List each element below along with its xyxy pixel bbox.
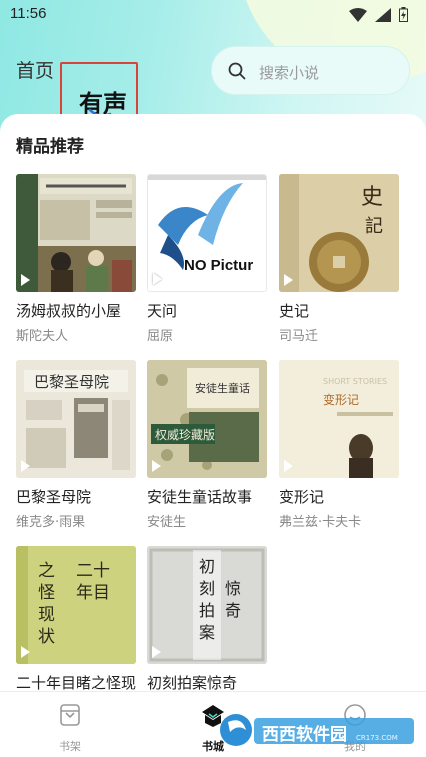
watermark-subtext: CR173.COM xyxy=(356,734,398,742)
play-icon xyxy=(152,460,161,472)
no-picture-art xyxy=(148,175,266,291)
search-input[interactable]: 搜索小说 xyxy=(211,46,410,95)
svg-text:初: 初 xyxy=(199,557,215,576)
book-title: 天问 xyxy=(147,302,178,320)
play-icon xyxy=(21,460,30,472)
book-author: 斯陀夫人 xyxy=(16,329,69,344)
book-title: 变形记 xyxy=(279,488,325,506)
book-author: 安徒生 xyxy=(147,515,187,530)
book-title: 史记 xyxy=(279,302,310,320)
book-card[interactable]: 巴黎圣母院 巴黎圣母院 维克多·雨果 xyxy=(16,360,136,530)
header-tabs: 首页 有声 xyxy=(0,38,210,140)
book-cover: SHORT STORIES 变形记 xyxy=(279,360,399,478)
svg-text:案: 案 xyxy=(199,623,215,642)
book-cover: 安徒生童话 权威珍藏版 xyxy=(147,360,267,478)
search-placeholder: 搜索小说 xyxy=(259,64,320,82)
nav-bookshelf[interactable]: 书架 xyxy=(40,702,100,754)
svg-text:拍: 拍 xyxy=(199,601,215,620)
cover-text: NO Pictur xyxy=(184,257,254,274)
svg-text:二十: 二十 xyxy=(76,561,110,581)
cover-art: 巴黎圣母院 xyxy=(16,360,136,478)
book-cover: 史 記 xyxy=(279,174,399,292)
battery-icon xyxy=(399,7,408,22)
book-card[interactable]: SHORT STORIES 变形记 变形记 弗兰兹·卡夫卡 xyxy=(279,360,399,530)
search-icon xyxy=(228,62,246,80)
book-cover: 初 刻 拍 案 惊 奇 xyxy=(147,546,267,664)
svg-text:权威珍藏版: 权威珍藏版 xyxy=(155,428,215,442)
book-author: 维克多·雨果 xyxy=(16,515,86,530)
svg-text:奇: 奇 xyxy=(225,601,241,620)
watermark-text: 西西软件园 xyxy=(262,725,347,745)
cover-art xyxy=(16,174,136,292)
svg-text:史: 史 xyxy=(361,185,383,210)
cover-art: 初 刻 拍 案 惊 奇 xyxy=(147,546,267,664)
svg-text:变形记: 变形记 xyxy=(323,392,359,407)
book-card[interactable]: 汤姆叔叔的小屋 斯陀夫人 xyxy=(16,174,136,344)
watermark-logo: 西西软件园 CR173.COM xyxy=(216,712,416,748)
svg-text:刻: 刻 xyxy=(199,579,215,598)
cover-art: 史 記 xyxy=(279,174,399,292)
svg-text:記: 記 xyxy=(365,216,383,237)
svg-text:安徒生童话: 安徒生童话 xyxy=(195,381,250,395)
play-icon xyxy=(153,273,162,285)
svg-text:状: 状 xyxy=(38,627,55,647)
book-cover xyxy=(16,174,136,292)
book-card[interactable]: 史 記 史记 司马迁 xyxy=(279,174,399,344)
svg-text:现: 现 xyxy=(38,605,55,625)
book-card[interactable]: 安徒生童话 权威珍藏版 安徒生童话故事 安徒生 xyxy=(147,360,267,530)
svg-text:年目: 年目 xyxy=(76,583,110,603)
book-cover: 二十 年目 之 怪 现 状 xyxy=(16,546,136,664)
play-icon xyxy=(284,460,293,472)
book-cover: 巴黎圣母院 xyxy=(16,360,136,478)
svg-text:之: 之 xyxy=(38,561,55,581)
bookshelf-icon xyxy=(60,704,80,726)
book-title: 巴黎圣母院 xyxy=(16,488,92,506)
book-author: 司马迁 xyxy=(279,329,319,344)
cover-art: 二十 年目 之 怪 现 状 xyxy=(16,546,136,664)
section-title: 精品推荐 xyxy=(16,137,84,157)
play-icon xyxy=(284,274,293,286)
cover-art: 安徒生童话 权威珍藏版 xyxy=(147,360,267,478)
tab-home[interactable]: 首页 xyxy=(16,56,54,83)
cover-art: SHORT STORIES 变形记 xyxy=(279,360,399,478)
book-title: 初刻拍案惊奇 xyxy=(147,674,238,691)
status-icons xyxy=(349,7,408,22)
wifi-icon xyxy=(349,7,367,22)
play-icon xyxy=(21,274,30,286)
book-title: 汤姆叔叔的小屋 xyxy=(16,302,122,320)
svg-text:巴黎圣母院: 巴黎圣母院 xyxy=(34,373,109,391)
book-card[interactable]: NO Pictur 天问 屈原 xyxy=(147,174,267,344)
svg-text:SHORT STORIES: SHORT STORIES xyxy=(323,377,387,386)
play-icon xyxy=(21,646,30,658)
status-time: 11:56 xyxy=(10,5,47,22)
status-bar: 11:56 xyxy=(0,0,426,32)
book-author: 屈原 xyxy=(147,329,174,344)
svg-text:怪: 怪 xyxy=(38,583,55,603)
book-cover: NO Pictur xyxy=(147,174,267,292)
book-card[interactable]: 二十 年目 之 怪 现 状 二十年目睹之怪现状 xyxy=(16,546,136,691)
book-title: 二十年目睹之怪现状 xyxy=(16,674,136,691)
book-title: 安徒生童话故事 xyxy=(147,488,253,506)
signal-icon xyxy=(375,7,391,22)
play-icon xyxy=(152,646,161,658)
book-card[interactable]: 初 刻 拍 案 惊 奇 初刻拍案惊奇 xyxy=(147,546,267,691)
svg-text:惊: 惊 xyxy=(225,579,241,598)
book-author: 弗兰兹·卡夫卡 xyxy=(279,515,362,530)
recommend-section: 精品推荐 汤姆叔叔的小屋 斯陀夫人 NO Pictur 天问 屈原 史 記 史记… xyxy=(0,114,426,691)
nav-label: 书架 xyxy=(59,740,81,753)
